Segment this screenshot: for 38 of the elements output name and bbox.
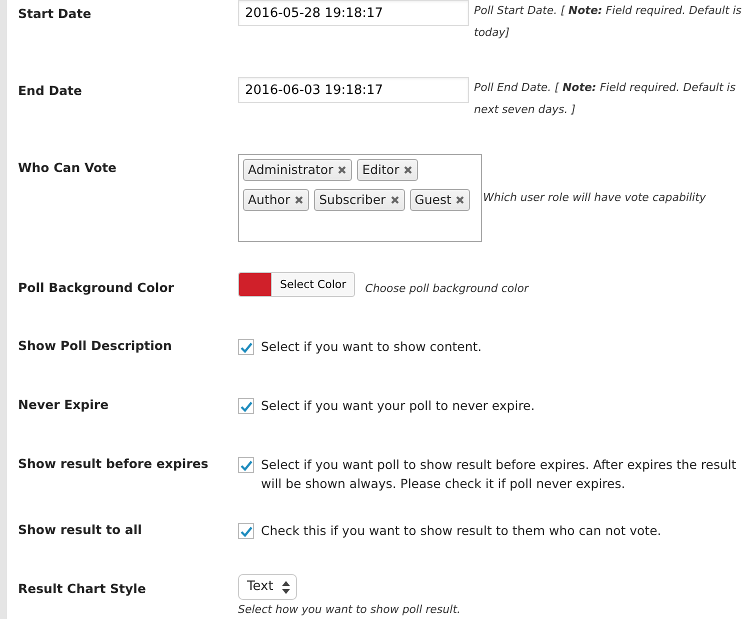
field-label: Show Poll Description xyxy=(17,337,173,355)
tag-select-field[interactable]: Administrator Editor Author Subscriber Guest xyxy=(238,154,482,242)
help-text: Poll Start Date. [ Note: Field required. Default is today] xyxy=(474,3,743,41)
remove-icon[interactable] xyxy=(390,195,400,205)
text-field[interactable]: 2016-06-03 19:18:17 xyxy=(238,77,469,103)
checkbox[interactable] xyxy=(238,457,254,473)
checkbox[interactable] xyxy=(238,398,254,414)
text-field[interactable]: 2016-05-28 19:18:17 xyxy=(238,0,469,26)
checkbox-label: Select if you want to show content. xyxy=(261,338,482,356)
checkbox-label: Select if you want poll to show result before expires. After expires the result will be shown always. Please check it if poll never expires. xyxy=(261,456,738,493)
help-text: Poll End Date. [ Note: Field required. Default is next seven days. ] xyxy=(474,80,737,118)
remove-icon[interactable] xyxy=(337,165,348,175)
checkbox[interactable] xyxy=(238,523,254,539)
tag-label: Subscriber xyxy=(319,190,386,209)
tag-label: Author xyxy=(248,190,290,209)
tag-label: Administrator xyxy=(248,160,334,179)
field-label: Start Date xyxy=(17,5,92,23)
field-label: Who Can Vote xyxy=(17,159,118,177)
checkbox-label: Check this if you want to show result to them who can not vote. xyxy=(261,522,662,540)
help-text: Which user role will have vote capability xyxy=(483,190,706,206)
select-dropdown[interactable]: Text xyxy=(238,574,298,600)
field-label: Show result before expires xyxy=(17,455,210,473)
tag-label: Guest xyxy=(414,190,452,209)
field-label: Show result to all xyxy=(17,521,143,539)
color-picker-button[interactable]: Select Color xyxy=(238,272,356,297)
remove-icon[interactable] xyxy=(294,195,304,205)
field-label: Poll Background Color xyxy=(17,279,175,297)
field-label: End Date xyxy=(17,82,84,100)
tag-label: Editor xyxy=(362,160,400,179)
remove-icon[interactable] xyxy=(455,195,466,205)
help-text: Select how you want to show poll result. xyxy=(238,602,462,618)
checkbox[interactable] xyxy=(238,339,254,355)
help-text: Choose poll background color xyxy=(365,281,528,297)
remove-icon[interactable] xyxy=(403,165,414,175)
field-label: Result Chart Style xyxy=(17,580,147,598)
sort-arrows-icon xyxy=(282,580,290,594)
checkbox-label: Select if you want your poll to never expire. xyxy=(261,397,535,415)
field-label: Never Expire xyxy=(17,396,110,414)
